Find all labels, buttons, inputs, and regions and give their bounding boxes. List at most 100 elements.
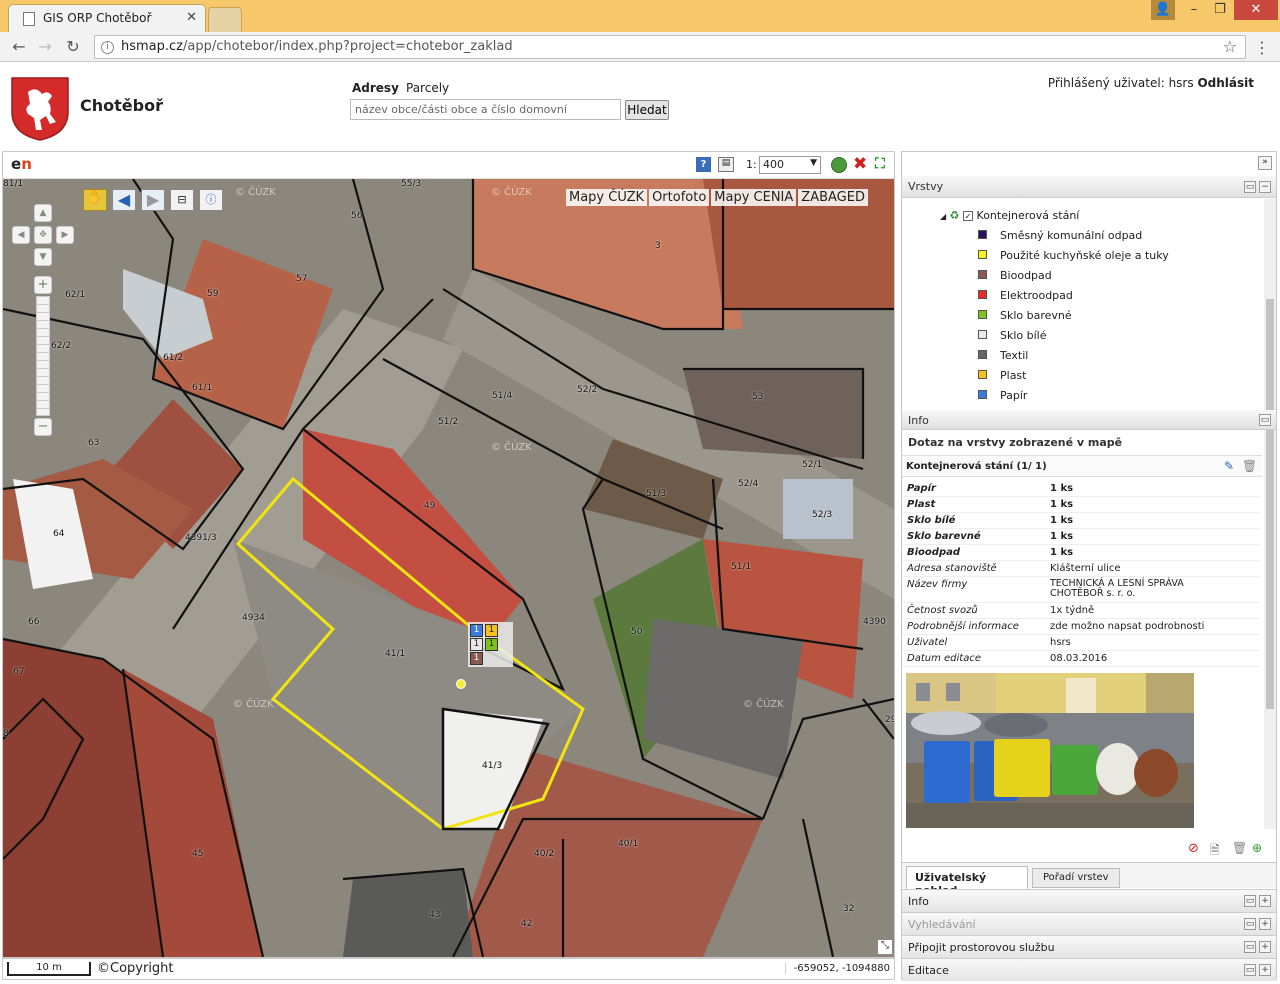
minimize-panel-icon[interactable]: ▭: [1244, 181, 1256, 193]
back-icon[interactable]: ←: [8, 36, 30, 58]
browser-titlebar: GIS ORP Chotěboř ✕ 👤 – ❐ ✕: [0, 0, 1280, 32]
bookmark-star-icon[interactable]: ☆: [1223, 37, 1237, 56]
trash-icon[interactable]: 🗑: [1232, 841, 1247, 855]
map-canvas[interactable]: 55/3 56 3 57 59 62/1 62/2 61/2 61/1 51/4 52/2 53 51/…: [3, 179, 894, 957]
forward-icon[interactable]: →: [34, 36, 56, 58]
pan-hand-icon[interactable]: ✋: [83, 189, 107, 211]
document-icon[interactable]: 🗎: [1210, 841, 1220, 862]
panel-edit-label: Editace: [908, 964, 949, 977]
panel-search[interactable]: Vyhledávání ▭ +: [902, 912, 1276, 935]
layers-header[interactable]: Vrstvy ▭ −: [902, 176, 1276, 198]
zoom-out-icon[interactable]: −: [34, 418, 52, 436]
zoom-in-icon[interactable]: +: [34, 276, 52, 294]
pan-up-icon[interactable]: ▲: [34, 204, 52, 222]
info-header[interactable]: Info ▭: [902, 410, 1276, 430]
layer-group[interactable]: ◢ ♻ ✓ Kontejnerová stání: [940, 209, 1079, 222]
info-row: Název firmy TECHNICKÁ A LESNÍ SPRÁVA CHOT…: [902, 577, 1260, 603]
layer-checkbox[interactable]: ✓: [963, 211, 974, 221]
pan-left-icon[interactable]: ◀: [12, 226, 30, 244]
marker-point[interactable]: [456, 679, 466, 689]
feature-info-icon[interactable]: ⓘ: [199, 189, 223, 211]
search-button[interactable]: Hledat: [625, 100, 669, 120]
collapse-panel-icon[interactable]: »: [1258, 156, 1272, 170]
info-icon[interactable]: i: [101, 41, 114, 54]
pan-right-icon[interactable]: ▶: [56, 226, 74, 244]
arrow-right-icon[interactable]: ▶: [141, 189, 165, 211]
user-info: Přihlášený uživatel: hsrs Odhlásit: [1048, 76, 1254, 90]
pan-down-icon[interactable]: ▼: [34, 248, 52, 266]
tab-user-view[interactable]: Uživatelský pohled: [906, 866, 1028, 897]
marker-bioodpad: 1: [470, 652, 483, 665]
parcel-number: 57: [296, 274, 308, 284]
measure-icon[interactable]: ⊟: [170, 189, 194, 211]
close-window-icon[interactable]: ✕: [1234, 0, 1278, 20]
legend-label: Elektroodpad: [1000, 289, 1073, 302]
cancel-icon[interactable]: ⊘: [1188, 841, 1199, 856]
new-tab-button[interactable]: [208, 7, 242, 32]
profile-icon[interactable]: 👤: [1151, 0, 1175, 20]
browser-tab[interactable]: GIS ORP Chotěboř ✕: [8, 4, 206, 32]
map-panel: en ? ▤ 1: 400 ▼ ✖ ⛶ 55/3 56 3 57 59 62/1…: [2, 151, 895, 958]
basemap-mapy-cenia[interactable]: Mapy CENIA: [711, 189, 797, 206]
reload-icon[interactable]: ↻: [62, 36, 84, 58]
globe-icon[interactable]: [831, 157, 847, 173]
close-tab-icon[interactable]: ✕: [186, 10, 197, 25]
parcel-number: 52/2: [577, 385, 598, 395]
add-icon[interactable]: ⊕: [1252, 841, 1262, 855]
add-panel-icon[interactable]: +: [1259, 964, 1271, 976]
search-input[interactable]: [350, 99, 621, 120]
arrow-left-icon[interactable]: ◀: [112, 189, 136, 211]
minimize-panel-icon[interactable]: ▭: [1244, 941, 1256, 953]
panel-info[interactable]: Info ▭ +: [902, 889, 1276, 912]
zoom-slider[interactable]: [36, 296, 50, 416]
copyright[interactable]: ©Copyright: [97, 961, 174, 976]
app-header: Chotěboř Adresy Parcely Hledat Přihlášen…: [0, 63, 1280, 149]
scrollbar-thumb[interactable]: [1266, 299, 1274, 709]
panel-connect-service[interactable]: Připojit prostorovou službu ▭ +: [902, 935, 1276, 958]
panel-edit[interactable]: Editace ▭ +: [902, 958, 1276, 981]
parcel-number: 62/2: [51, 341, 72, 351]
bottom-tabs: Uživatelský pohled Pořadí vrstev: [902, 862, 1276, 897]
scale-select[interactable]: 400 ▼: [759, 156, 821, 174]
info-row: Podrobnější informace zde možno napsat po…: [902, 619, 1260, 635]
tab-adresy[interactable]: Adresy: [352, 81, 399, 95]
url-field[interactable]: i hsmap.cz/app/chotebor/index.php?projec…: [94, 35, 1246, 59]
expand-icon[interactable]: ◢: [940, 212, 946, 221]
edit-icon[interactable]: ✎: [1224, 459, 1234, 473]
basemap-ortofoto[interactable]: Ortofoto: [649, 189, 710, 206]
minimize-panel-icon[interactable]: ▭: [1244, 895, 1256, 907]
parcel-number: 41/3: [482, 761, 503, 771]
fullscreen-icon[interactable]: ⛶: [875, 156, 885, 172]
info-row: Uživatel hsrs: [902, 635, 1260, 651]
basemap-mapy-cuzk[interactable]: Mapy ČÚZK: [566, 189, 648, 206]
help-icon[interactable]: ?: [696, 157, 711, 172]
tab-layer-order[interactable]: Pořadí vrstev: [1032, 868, 1120, 888]
minimize-panel-icon[interactable]: ▭: [1244, 918, 1256, 930]
restore-icon[interactable]: ❐: [1206, 0, 1234, 20]
info-key: Plast: [907, 499, 936, 510]
info-value: 1 ks: [1050, 499, 1074, 510]
delete-icon[interactable]: 🗑: [1242, 459, 1257, 473]
add-panel-icon[interactable]: +: [1259, 918, 1271, 930]
close-icon[interactable]: ✖: [853, 154, 867, 174]
minimize-icon[interactable]: –: [1180, 0, 1208, 20]
add-panel-icon[interactable]: +: [1259, 895, 1271, 907]
minimize-panel-icon[interactable]: ▭: [1244, 964, 1256, 976]
add-panel-icon[interactable]: +: [1259, 941, 1271, 953]
resize-icon[interactable]: ⤡: [877, 939, 893, 955]
logout-link[interactable]: Odhlásit: [1197, 76, 1254, 90]
info-key: Četnost svozů: [907, 605, 978, 616]
print-icon[interactable]: ▤: [718, 157, 734, 172]
panel-search-label: Vyhledávání: [908, 918, 976, 931]
pan-center-icon[interactable]: ✥: [34, 226, 52, 244]
browser-menu-icon[interactable]: ⋮: [1254, 38, 1270, 57]
collapse-icon[interactable]: −: [1259, 181, 1271, 193]
minimize-panel-icon[interactable]: ▭: [1259, 414, 1271, 426]
info-actions: ⊘ 🗎 🗑 ⊕: [1188, 841, 1268, 857]
basemap-zabaged[interactable]: ZABAGED: [798, 189, 868, 206]
container-marker[interactable]: 1 1 1 1 1: [468, 622, 513, 667]
tab-parcely[interactable]: Parcely: [406, 81, 449, 95]
info-key: Sklo barevné: [907, 531, 981, 542]
photo-image: [906, 673, 1194, 828]
layers-scrollbar[interactable]: [1264, 199, 1276, 829]
